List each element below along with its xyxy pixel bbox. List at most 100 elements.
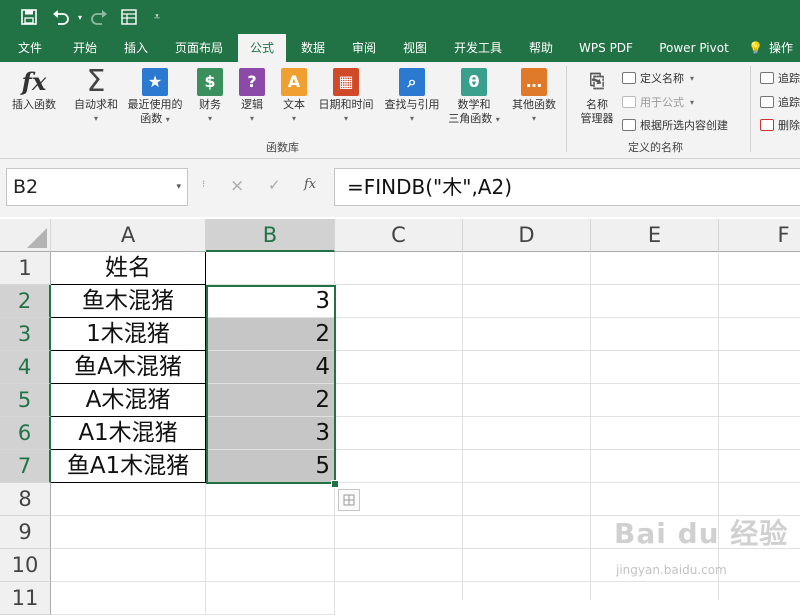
group-separator: [566, 66, 567, 152]
coins-book-icon: $: [197, 68, 223, 96]
undo-icon[interactable]: [48, 0, 74, 34]
column-header-d[interactable]: D: [463, 219, 591, 252]
grip-icon: ⁝: [202, 179, 206, 190]
column-header-c[interactable]: C: [335, 219, 463, 252]
lookup-reference-button[interactable]: ⌕ 查找与引用 ▾: [380, 68, 444, 126]
cell-a7[interactable]: 鱼A1木混猪: [51, 450, 206, 483]
logical-button[interactable]: ? 逻辑 ▾: [234, 68, 270, 126]
redo-icon[interactable]: [86, 0, 112, 34]
autosum-button[interactable]: Σ 自动求和 ▾: [68, 67, 124, 126]
cell-a4[interactable]: 鱼A木混猪: [51, 351, 206, 384]
customize-icon[interactable]: ⩡: [148, 0, 166, 34]
cell-a8[interactable]: [51, 483, 206, 516]
row-header-11[interactable]: 11: [0, 582, 51, 615]
text-label: 文本: [283, 98, 305, 111]
tab-review[interactable]: 审阅: [340, 34, 388, 62]
row-header-2[interactable]: 2: [0, 285, 51, 318]
name-manager-button[interactable]: ⎘ 名称 管理器: [574, 68, 620, 126]
ribbon-tabs: 文件 开始 插入 页面布局 公式 数据 审阅 视图 开发工具 帮助 WPS PD…: [0, 34, 800, 62]
math-trig-button[interactable]: θ 数学和 三角函数 ▾: [446, 68, 502, 127]
row-header-5[interactable]: 5: [0, 384, 51, 417]
use-in-formula-button[interactable]: 用于公式 ▾: [622, 94, 694, 110]
tab-data[interactable]: 数据: [290, 34, 336, 62]
date-time-button[interactable]: ▦ 日期和时间 ▾: [314, 68, 378, 126]
tab-home[interactable]: 开始: [60, 34, 110, 62]
tab-tell-me[interactable]: 💡 操作: [748, 34, 800, 62]
insert-function-button[interactable]: fx 插入函数: [6, 68, 62, 112]
tab-developer[interactable]: 开发工具: [446, 34, 510, 62]
question-book-icon: ?: [239, 68, 265, 96]
fx-icon[interactable]: fx: [304, 177, 316, 192]
trace-precedents-button[interactable]: 追踪: [760, 70, 800, 86]
cell-a1[interactable]: 姓名: [51, 252, 206, 285]
tab-help[interactable]: 帮助: [518, 34, 564, 62]
tab-power-pivot[interactable]: Power Pivot: [652, 34, 736, 62]
tab-file[interactable]: 文件: [6, 34, 54, 62]
calendar-book-icon: ▦: [333, 68, 359, 96]
column-header-f[interactable]: F: [719, 219, 800, 252]
row-header-3[interactable]: 3: [0, 318, 51, 351]
cell-a3[interactable]: 1木混猪: [51, 318, 206, 351]
save-icon[interactable]: [16, 0, 42, 34]
row-header-6[interactable]: 6: [0, 417, 51, 450]
form-icon[interactable]: [116, 0, 142, 34]
tab-insert[interactable]: 插入: [112, 34, 160, 62]
undo-dropdown-icon[interactable]: ▾: [74, 0, 86, 34]
tab-page-layout[interactable]: 页面布局: [166, 34, 232, 62]
name-box[interactable]: B2 ▾: [6, 168, 188, 206]
more-functions-button[interactable]: … 其他函数 ▾: [506, 68, 562, 126]
recently-used-button[interactable]: ★ 最近使用的 函数 ▾: [124, 68, 186, 127]
cell-b9[interactable]: [206, 516, 335, 549]
quick-analysis-icon[interactable]: [338, 489, 360, 511]
define-name-button[interactable]: 定义名称 ▾: [622, 70, 694, 86]
cell-b3[interactable]: 2: [206, 318, 335, 351]
cell-a10[interactable]: [51, 549, 206, 582]
cell-b6[interactable]: 3: [206, 417, 335, 450]
row-header-7[interactable]: 7: [0, 450, 51, 483]
cell-a6[interactable]: A1木混猪: [51, 417, 206, 450]
star-book-icon: ★: [142, 68, 168, 96]
column-header-e[interactable]: E: [591, 219, 719, 252]
column-header-b[interactable]: B: [206, 219, 335, 252]
tab-wps-pdf[interactable]: WPS PDF: [572, 34, 640, 62]
trace-dependents-icon: [760, 96, 774, 108]
cell-b5[interactable]: 2: [206, 384, 335, 417]
cell-b1[interactable]: [206, 252, 335, 285]
row-header-10[interactable]: 10: [0, 549, 51, 582]
insert-function-label: 插入函数: [12, 98, 56, 111]
row-header-9[interactable]: 9: [0, 516, 51, 549]
cell-a9[interactable]: [51, 516, 206, 549]
chevron-down-icon: ▾: [409, 114, 414, 123]
cell-a5[interactable]: A木混猪: [51, 384, 206, 417]
fill-handle[interactable]: [331, 480, 339, 488]
remove-arrows-button[interactable]: 删除: [760, 117, 800, 133]
chevron-down-icon: ▾: [690, 97, 695, 107]
chevron-down-icon[interactable]: ▾: [176, 169, 181, 205]
formula-input[interactable]: =FINDB("木",A2): [334, 168, 800, 206]
cell-b10[interactable]: [206, 549, 335, 582]
trace-dependents-button[interactable]: 追踪: [760, 94, 800, 110]
chevron-down-icon: ▾: [343, 114, 348, 123]
cell-b7[interactable]: 5: [206, 450, 335, 483]
create-from-selection-button[interactable]: 根据所选内容创建: [622, 117, 728, 133]
cancel-icon[interactable]: ×: [230, 176, 244, 196]
row-header-1[interactable]: 1: [0, 252, 51, 285]
financial-button[interactable]: $ 财务 ▾: [192, 68, 228, 126]
watermark: Bai du 经验: [614, 517, 789, 550]
row-header-8[interactable]: 8: [0, 483, 51, 516]
financial-label: 财务: [199, 98, 221, 111]
cell-a2[interactable]: 鱼木混猪: [51, 285, 206, 318]
column-header-a[interactable]: A: [51, 219, 206, 252]
row-header-4[interactable]: 4: [0, 351, 51, 384]
cell-b4[interactable]: 4: [206, 351, 335, 384]
fx-icon: fx: [21, 67, 47, 96]
cell-a11[interactable]: [51, 582, 206, 615]
select-all-corner[interactable]: [0, 219, 51, 252]
cell-b8[interactable]: [206, 483, 335, 516]
tab-view[interactable]: 视图: [392, 34, 438, 62]
cell-b2[interactable]: 3: [206, 285, 335, 318]
tab-formulas[interactable]: 公式: [238, 34, 286, 62]
enter-icon[interactable]: ✓: [268, 176, 281, 194]
text-button[interactable]: A 文本 ▾: [276, 68, 312, 126]
cell-b11[interactable]: [206, 582, 335, 615]
